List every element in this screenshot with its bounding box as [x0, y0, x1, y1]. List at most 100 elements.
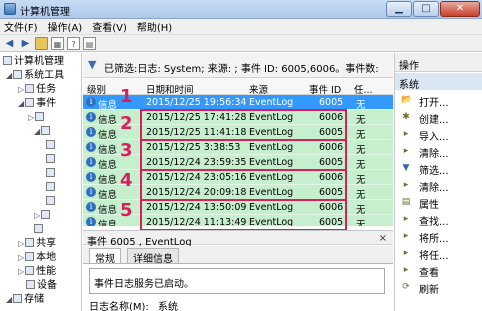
- computer-icon: [3, 56, 12, 65]
- collapse-arrow-icon[interactable]: ▷: [34, 211, 40, 220]
- action-item[interactable]: ▸ 导入...: [395, 126, 482, 143]
- tree-item-sub[interactable]: [34, 223, 45, 236]
- save-icon: ▸: [403, 231, 409, 241]
- view-icon: ▸: [403, 265, 409, 275]
- tree-label: 设备: [37, 280, 57, 291]
- log-icon: [46, 168, 55, 177]
- action-item[interactable]: ▸ 清除...: [395, 177, 482, 194]
- action-label: 清除...: [419, 149, 449, 160]
- column-datetime[interactable]: 日期和时间: [146, 82, 194, 96]
- import-icon: ▸: [403, 129, 409, 139]
- collapse-arrow-icon[interactable]: ▷: [18, 239, 24, 248]
- tree-item-device-manager[interactable]: 设备: [26, 279, 57, 292]
- task-cell: 无: [356, 130, 366, 141]
- tree-item-system-tools[interactable]: ◢ 系统工具: [6, 69, 64, 82]
- task-cell: 无: [356, 190, 366, 201]
- folder-icon: [35, 112, 45, 121]
- info-icon: i: [86, 172, 96, 182]
- column-source[interactable]: 来源: [249, 82, 268, 96]
- maximize-button[interactable]: □: [413, 1, 439, 17]
- action-item[interactable]: 📂 打开...: [395, 92, 482, 109]
- create-icon: ✱: [402, 112, 410, 122]
- info-icon: i: [86, 112, 96, 122]
- minimize-button[interactable]: ▁: [386, 1, 412, 17]
- close-button[interactable]: ✕: [440, 1, 480, 17]
- expand-arrow-icon[interactable]: ◢: [18, 99, 24, 108]
- action-label: 将所...: [419, 234, 449, 245]
- back-arrow-icon[interactable]: ◀: [3, 37, 16, 50]
- expand-arrow-icon[interactable]: ◢: [34, 127, 40, 136]
- tree-item-shared-folders[interactable]: ▷ 共享: [18, 237, 56, 250]
- task-cell: 无: [356, 100, 366, 111]
- tree-label: 计算机管理: [14, 56, 64, 67]
- action-item[interactable]: ▸ 查找...: [395, 211, 482, 228]
- tab-details[interactable]: 详细信息: [127, 248, 179, 265]
- help-icon[interactable]: ?: [67, 36, 80, 50]
- column-event-id[interactable]: 事件 ID: [309, 82, 341, 96]
- actions-title: 操作: [395, 53, 482, 72]
- filter-icon: ▼: [88, 58, 97, 71]
- collapse-arrow-icon[interactable]: ▷: [28, 113, 34, 122]
- log-icon: [46, 196, 55, 205]
- tab-general[interactable]: 常规: [89, 248, 121, 265]
- actions-section-system[interactable]: 系统: [395, 73, 482, 91]
- action-item[interactable]: ▤ 属性: [395, 194, 482, 211]
- info-icon: i: [86, 217, 96, 226]
- task-cell: 无: [356, 160, 366, 171]
- folder-icon[interactable]: [35, 36, 48, 50]
- action-item[interactable]: ✱ 创建...: [395, 109, 482, 126]
- expand-arrow-icon[interactable]: ◢: [6, 71, 12, 80]
- tree-item-sub[interactable]: [46, 167, 57, 180]
- action-item[interactable]: ▸ 查看: [395, 262, 482, 279]
- tree-item-sub[interactable]: [46, 181, 57, 194]
- close-detail-icon[interactable]: ×: [379, 233, 387, 244]
- action-label: 刷新: [419, 285, 439, 296]
- source-cell: EventLog: [249, 97, 294, 108]
- filter-icon: ▼: [402, 163, 410, 173]
- menu-view[interactable]: 查看(V): [92, 19, 127, 34]
- action-item[interactable]: ⟳ 刷新: [395, 279, 482, 296]
- column-level[interactable]: 级别: [87, 82, 106, 96]
- log-name-label: 日志名称(M):: [89, 302, 149, 311]
- clock-icon: [25, 84, 35, 93]
- action-item[interactable]: ▼ 筛选...: [395, 160, 482, 177]
- task-cell: 无: [356, 145, 366, 156]
- annotation-number: 1: [120, 86, 133, 107]
- action-item[interactable]: ▸ 将任...: [395, 245, 482, 262]
- info-icon: i: [86, 187, 96, 197]
- tree-item-local-users[interactable]: ▷ 本地: [18, 251, 56, 264]
- collapse-arrow-icon[interactable]: ▷: [18, 267, 24, 276]
- console-tree-icon[interactable]: ▦: [51, 36, 64, 50]
- menu-file[interactable]: 文件(F): [4, 19, 38, 34]
- action-item[interactable]: ▸ 将所...: [395, 228, 482, 245]
- tree-item-storage[interactable]: ◢ 存储: [6, 293, 44, 306]
- menu-help[interactable]: 帮助(H): [137, 19, 172, 34]
- attach-icon: ▸: [403, 248, 409, 258]
- action-label: 将任...: [419, 251, 449, 262]
- forward-arrow-icon[interactable]: ▶: [19, 37, 32, 50]
- collapse-arrow-icon[interactable]: ▷: [18, 85, 24, 94]
- computer-management-icon: [4, 3, 16, 15]
- tree-item-task-scheduler[interactable]: ▷ 任务: [18, 83, 56, 96]
- collapse-arrow-icon[interactable]: ▷: [18, 253, 24, 262]
- tree-item-event-viewer[interactable]: ◢ 事件: [18, 97, 56, 110]
- info-icon: i: [86, 157, 96, 167]
- tree-item-sub[interactable]: ◢: [34, 125, 52, 138]
- tree-item-sub[interactable]: [46, 195, 57, 208]
- tree-item-performance[interactable]: ▷ 性能: [18, 265, 56, 278]
- log-icon: [34, 224, 43, 233]
- expand-arrow-icon[interactable]: ◢: [6, 295, 12, 304]
- tree-item-sub[interactable]: [46, 139, 57, 152]
- column-task[interactable]: 任...: [354, 82, 373, 96]
- level-cell: 信息: [98, 130, 118, 141]
- tree-item-sub[interactable]: ▷: [34, 209, 52, 222]
- tree-item-computer-management[interactable]: 计算机管理: [3, 55, 64, 68]
- pane-icon[interactable]: ▤: [83, 36, 96, 50]
- action-item[interactable]: ▸ 清除...: [395, 143, 482, 160]
- tree-item-sub[interactable]: ▷: [28, 111, 46, 124]
- properties-icon: ▤: [401, 197, 411, 207]
- annotation-number: 2: [120, 113, 133, 134]
- event-message-box[interactable]: 事件日志服务已启动。: [89, 268, 385, 294]
- tree-item-sub[interactable]: [46, 153, 57, 166]
- menu-action[interactable]: 操作(A): [48, 19, 83, 34]
